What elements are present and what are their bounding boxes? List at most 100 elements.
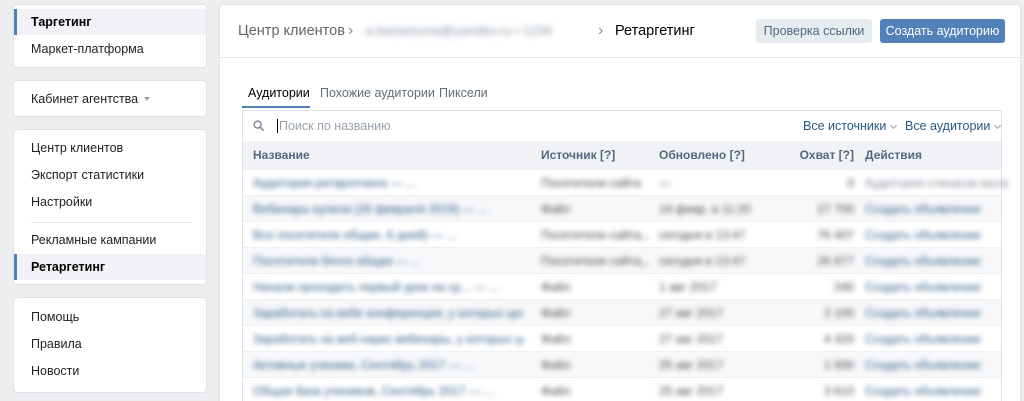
create-ad-link[interactable]: Создать объявление bbox=[865, 274, 1015, 300]
create-ad-link[interactable]: Создать объявление bbox=[865, 248, 1015, 274]
audience-name-link[interactable]: Заработать на вебе конференция, у которы… bbox=[253, 300, 523, 326]
sidebar-item-label: Ретаргетинг bbox=[31, 260, 106, 274]
audience-source: Файл bbox=[541, 332, 571, 346]
breadcrumb-client-account[interactable]: a.bananovna@yandex.ru • 1234 bbox=[366, 21, 552, 41]
search-row: Все источники Все аудитории bbox=[243, 111, 1002, 141]
sidebar-item-label: Экспорт статистики bbox=[31, 168, 145, 182]
sidebar-item-label: Правила bbox=[31, 337, 82, 351]
tab-pixels[interactable]: Пиксели bbox=[439, 85, 488, 101]
sidebar-card-tools: Центр клиентов Экспорт статистики Настро… bbox=[13, 129, 207, 285]
sidebar-item-label: Кабинет агентства bbox=[31, 92, 139, 106]
audience-reach: 1 930 bbox=[823, 358, 854, 372]
audience-name-link[interactable]: Вебинары купили (26 февраля 2019) — ... bbox=[253, 196, 523, 222]
sources-filter-dropdown[interactable]: Все источники bbox=[803, 119, 898, 133]
create-ad-link[interactable]: Создать объявление bbox=[865, 222, 1015, 248]
audience-updated: сегодня в 13:47 bbox=[659, 254, 746, 268]
create-ad-link[interactable]: Создать объявление bbox=[865, 326, 1015, 352]
chevron-right-icon: › bbox=[598, 22, 604, 39]
column-header-actions: Действия bbox=[865, 148, 923, 162]
audience-name-link[interactable]: Все посетители общие, 6 дней) — ... bbox=[253, 222, 523, 248]
main-panel: Центр клиентов › a.bananovna@yandex.ru •… bbox=[219, 4, 1021, 401]
audience-reach: 2 100 bbox=[823, 306, 854, 320]
sidebar-item-market-platform[interactable]: Маркет-платформа bbox=[14, 36, 206, 62]
create-ad-link[interactable]: Создать объявление bbox=[865, 196, 1015, 222]
audience-reach: 76 407 bbox=[817, 228, 854, 242]
audience-source: Файл bbox=[541, 306, 571, 320]
column-header-name[interactable]: Название bbox=[253, 141, 310, 169]
create-audience-button[interactable]: Создать аудиторию bbox=[880, 19, 1005, 43]
breadcrumb-client-center[interactable]: Центр клиентов bbox=[238, 21, 345, 41]
table-header: Название Источник [?] Обновлено [?] Охва… bbox=[243, 141, 1001, 169]
table-row: Заработать на веб-науке вебинары, у кото… bbox=[243, 325, 1001, 351]
search-input[interactable] bbox=[279, 117, 579, 135]
chevron-down-icon bbox=[994, 121, 1002, 130]
audiences-filter-dropdown[interactable]: Все аудитории bbox=[905, 119, 1002, 133]
sidebar-item-targeting[interactable]: Таргетинг bbox=[14, 9, 206, 35]
header-divider bbox=[220, 57, 1020, 58]
sidebar-item-retargeting[interactable]: Ретаргетинг bbox=[14, 254, 206, 280]
table-row: Заработать на вебе конференция, у которы… bbox=[243, 299, 1001, 325]
text-cursor bbox=[277, 119, 278, 133]
sidebar-item-news[interactable]: Новости bbox=[14, 358, 206, 384]
caret-down-icon bbox=[144, 96, 151, 101]
audience-reach: 4 320 bbox=[823, 332, 854, 346]
audiences-filter-label: Все аудитории bbox=[905, 119, 991, 133]
audience-updated: 1 авг 2017 bbox=[659, 280, 717, 294]
column-header-reach[interactable]: Охват [?] bbox=[783, 141, 854, 169]
sidebar-item-ad-campaigns[interactable]: Рекламные кампании bbox=[14, 227, 206, 253]
sidebar-item-label: Рекламные кампании bbox=[31, 233, 157, 247]
audience-reach: 26 877 bbox=[817, 254, 854, 268]
sidebar-item-export-stats[interactable]: Экспорт статистики bbox=[14, 162, 206, 188]
create-ad-link[interactable]: Создать объявление bbox=[865, 352, 1015, 378]
sidebar-item-client-center[interactable]: Центр клиентов bbox=[14, 135, 206, 161]
audience-reach: 240 bbox=[833, 280, 854, 294]
audience-name-link[interactable]: Начали проходить первый урок на ср... — … bbox=[253, 274, 523, 300]
audience-source: Посетители сайта bbox=[541, 176, 641, 190]
sidebar-item-label: Маркет-платформа bbox=[31, 42, 144, 56]
sidebar-item-agency-cabinet[interactable]: Кабинет агентства bbox=[14, 86, 206, 112]
create-ad-link[interactable]: Создать объявление bbox=[865, 300, 1015, 326]
table-row: Активные ученики, Сентябрь 2017 — ... Фа… bbox=[243, 351, 1001, 377]
audience-updated: 25 авг 2017 bbox=[659, 358, 724, 372]
audience-name-link[interactable]: Аудитория ретаргетинга — ... bbox=[253, 170, 523, 196]
table-row: Начали проходить первый урок на ср... — … bbox=[243, 273, 1001, 299]
table-row: Вебинары купили (26 февраля 2019) — ... … bbox=[243, 195, 1001, 221]
audience-source: Файл bbox=[541, 280, 571, 294]
sidebar-item-help[interactable]: Помощь bbox=[14, 304, 206, 330]
audience-updated: — bbox=[659, 176, 671, 190]
tab-audiences[interactable]: Аудитории bbox=[248, 85, 310, 101]
active-tab-indicator bbox=[242, 106, 310, 108]
table-row: Общая база учеников, Сентябрь 2017 — ...… bbox=[243, 377, 1001, 401]
audience-source: Файл bbox=[541, 384, 571, 398]
audience-action: Аудитория слишком мала bbox=[865, 176, 1009, 190]
audience-source: Файл bbox=[541, 202, 571, 216]
create-ad-link[interactable]: Создать объявление bbox=[865, 378, 1015, 401]
column-header-source[interactable]: Источник [?] bbox=[541, 141, 615, 169]
sidebar-item-label: Таргетинг bbox=[31, 15, 92, 29]
sidebar-item-label: Новости bbox=[31, 364, 80, 378]
sidebar-item-settings[interactable]: Настройки bbox=[14, 189, 206, 215]
table-row: Все посетители общие, 6 дней) — ... Посе… bbox=[243, 221, 1001, 247]
audience-source: Посетители сайта,... bbox=[541, 254, 651, 268]
audience-name-link[interactable]: Заработать на веб-науке вебинары, у кото… bbox=[253, 326, 523, 352]
sidebar-card-main: Таргетинг Маркет-платформа bbox=[13, 4, 207, 68]
sidebar-card-help: Помощь Правила Новости bbox=[13, 297, 207, 393]
audiences-table-box: Все источники Все аудитории Название Ист… bbox=[242, 110, 1009, 401]
check-link-button[interactable]: Проверка ссылки bbox=[756, 19, 872, 43]
audience-reach: 3 610 bbox=[823, 384, 854, 398]
sidebar-item-label: Помощь bbox=[31, 310, 80, 324]
tab-lookalike-audiences[interactable]: Похожие аудитории bbox=[320, 85, 435, 101]
audience-updated: 27 авг 2017 bbox=[659, 306, 724, 320]
table-row: Посетители блога общая — ... Посетители … bbox=[243, 247, 1001, 273]
sidebar-item-label: Центр клиентов bbox=[31, 141, 124, 155]
audience-reach: 0 bbox=[847, 176, 854, 190]
chevron-down-icon bbox=[890, 121, 898, 130]
sidebar-item-rules[interactable]: Правила bbox=[14, 331, 206, 357]
column-header-updated[interactable]: Обновлено [?] bbox=[659, 141, 745, 169]
audience-updated: сегодня в 13:47 bbox=[659, 228, 746, 242]
audience-name-link[interactable]: Посетители блога общая — ... bbox=[253, 248, 523, 274]
audience-source: Посетители сайта,... bbox=[541, 228, 651, 242]
audience-name-link[interactable]: Общая база учеников, Сентябрь 2017 — ... bbox=[253, 378, 523, 401]
audience-name-link[interactable]: Активные ученики, Сентябрь 2017 — ... bbox=[253, 352, 523, 378]
sidebar-card-agency: Кабинет агентства bbox=[13, 80, 207, 117]
